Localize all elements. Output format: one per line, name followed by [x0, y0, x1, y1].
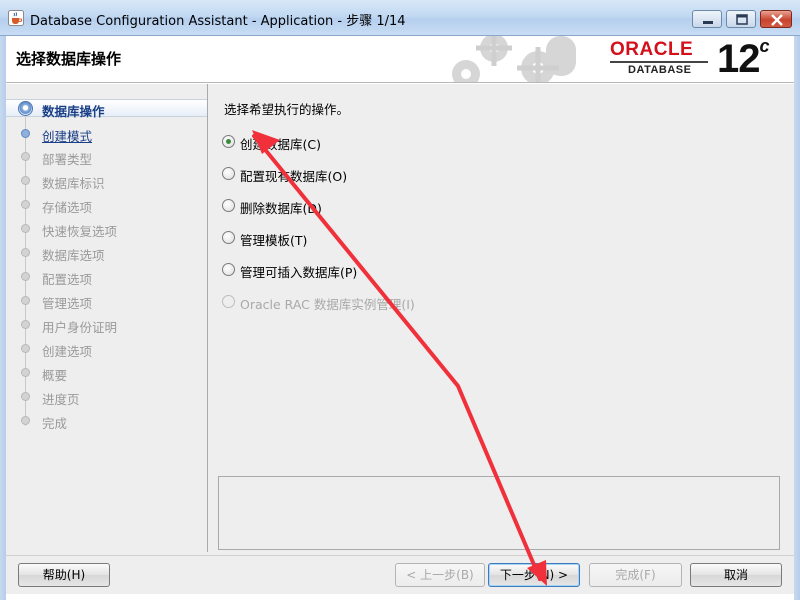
- description-panel: [218, 476, 780, 550]
- step-dot-icon: [21, 176, 30, 185]
- title-bar[interactable]: Database Configuration Assistant - Appli…: [0, 0, 800, 36]
- option-label: 管理模板(T): [240, 233, 308, 248]
- cancel-button[interactable]: 取消: [690, 563, 782, 587]
- oracle-wordmark: ORACLE: [610, 39, 694, 60]
- maximize-button[interactable]: [726, 10, 756, 28]
- nav-item-fast-recovery: 快速恢复选项: [6, 220, 207, 239]
- nav-item-database-options: 数据库选项: [6, 244, 207, 263]
- step-dot-icon: [21, 320, 30, 329]
- nav-item-label: 管理选项: [42, 296, 93, 311]
- step-dot-icon: [21, 248, 30, 257]
- nav-item-label: 配置选项: [42, 272, 93, 287]
- nav-item-database-identification: 数据库标识: [6, 172, 207, 191]
- logo-rule: [610, 61, 708, 63]
- step-dot-icon: [21, 129, 30, 138]
- nav-item-database-operation[interactable]: 数据库操作: [6, 99, 207, 119]
- version-number: 12: [717, 37, 760, 81]
- back-button[interactable]: < 上一步(B): [395, 563, 485, 587]
- finish-button[interactable]: 完成(F): [589, 563, 682, 587]
- nav-item-creation-options: 创建选项: [6, 340, 207, 359]
- close-icon: [771, 14, 783, 26]
- nav-item-label: 存储选项: [42, 200, 93, 215]
- close-button[interactable]: [760, 10, 792, 28]
- nav-item-label: 快速恢复选项: [42, 224, 118, 239]
- version-suffix: c: [759, 36, 770, 56]
- step-dot-icon: [21, 224, 30, 233]
- nav-item-user-credentials: 用户身份证明: [6, 316, 207, 335]
- current-step-icon: [18, 101, 33, 116]
- option-label: 配置现有数据库(O): [240, 169, 348, 184]
- nav-item-summary: 概要: [6, 364, 207, 383]
- gears-decoration-icon: [452, 36, 576, 82]
- next-button[interactable]: 下一步(N) >: [488, 563, 580, 587]
- footer-divider: [6, 555, 794, 556]
- step-dot-icon: [21, 152, 30, 161]
- step-dot-icon: [21, 368, 30, 377]
- nav-item-progress: 进度页: [6, 388, 207, 407]
- radio-button: [222, 295, 235, 308]
- nav-item-configuration-options: 配置选项: [6, 268, 207, 287]
- option-label: 管理可插入数据库(P): [240, 265, 358, 280]
- java-cup-icon: [8, 10, 24, 26]
- nav-item-management-options: 管理选项: [6, 292, 207, 311]
- step-dot-icon: [21, 392, 30, 401]
- nav-item-label: 用户身份证明: [42, 320, 118, 335]
- nav-item-label: 创建模式: [42, 129, 93, 144]
- page-title: 选择数据库操作: [16, 50, 122, 68]
- step-dot-icon: [21, 416, 30, 425]
- minimize-button[interactable]: [692, 10, 722, 28]
- nav-item-creation-mode[interactable]: 创建模式: [6, 125, 207, 144]
- step-dot-icon: [21, 272, 30, 281]
- nav-item-label: 进度页: [42, 392, 80, 407]
- nav-item-label: 创建选项: [42, 344, 93, 359]
- nav-item-storage-options: 存储选项: [6, 196, 207, 215]
- step-navigation: 数据库操作 创建模式 部署类型 数据库标识 存储选项 快速恢复选项 数据库选项 …: [6, 84, 208, 552]
- radio-button[interactable]: [222, 135, 235, 148]
- radio-button[interactable]: [222, 263, 235, 276]
- nav-item-deployment-type: 部署类型: [6, 148, 207, 167]
- step-dot-icon: [21, 296, 30, 305]
- radio-button[interactable]: [222, 231, 235, 244]
- nav-item-label: 完成: [42, 416, 68, 431]
- operation-prompt: 选择希望执行的操作。: [224, 102, 350, 117]
- header-banner: 选择数据库操作 ORACLE DATABASE 12c: [6, 36, 794, 83]
- window-title: Database Configuration Assistant - Appli…: [30, 14, 406, 29]
- nav-item-label: 数据库操作: [42, 104, 105, 119]
- version-label: 12c: [717, 36, 770, 82]
- nav-item-label: 部署类型: [42, 152, 93, 167]
- nav-item-finish: 完成: [6, 412, 207, 431]
- radio-button[interactable]: [222, 167, 235, 180]
- window-frame-right: [794, 36, 800, 600]
- help-button[interactable]: 帮助(H): [18, 563, 110, 587]
- oracle-database-label: DATABASE: [628, 64, 692, 76]
- nav-item-label: 数据库标识: [42, 176, 105, 191]
- option-label: Oracle RAC 数据库实例管理(I): [240, 297, 415, 312]
- nav-item-label: 数据库选项: [42, 248, 105, 263]
- maximize-icon: [736, 14, 748, 25]
- step-dot-icon: [21, 200, 30, 209]
- oracle-logo: ORACLE DATABASE: [606, 38, 716, 80]
- option-label: 创建数据库(C): [240, 137, 321, 152]
- nav-item-label: 概要: [42, 368, 68, 383]
- minimize-icon: [703, 21, 713, 24]
- radio-button[interactable]: [222, 199, 235, 212]
- option-label: 删除数据库(D): [240, 201, 322, 216]
- step-dot-icon: [21, 344, 30, 353]
